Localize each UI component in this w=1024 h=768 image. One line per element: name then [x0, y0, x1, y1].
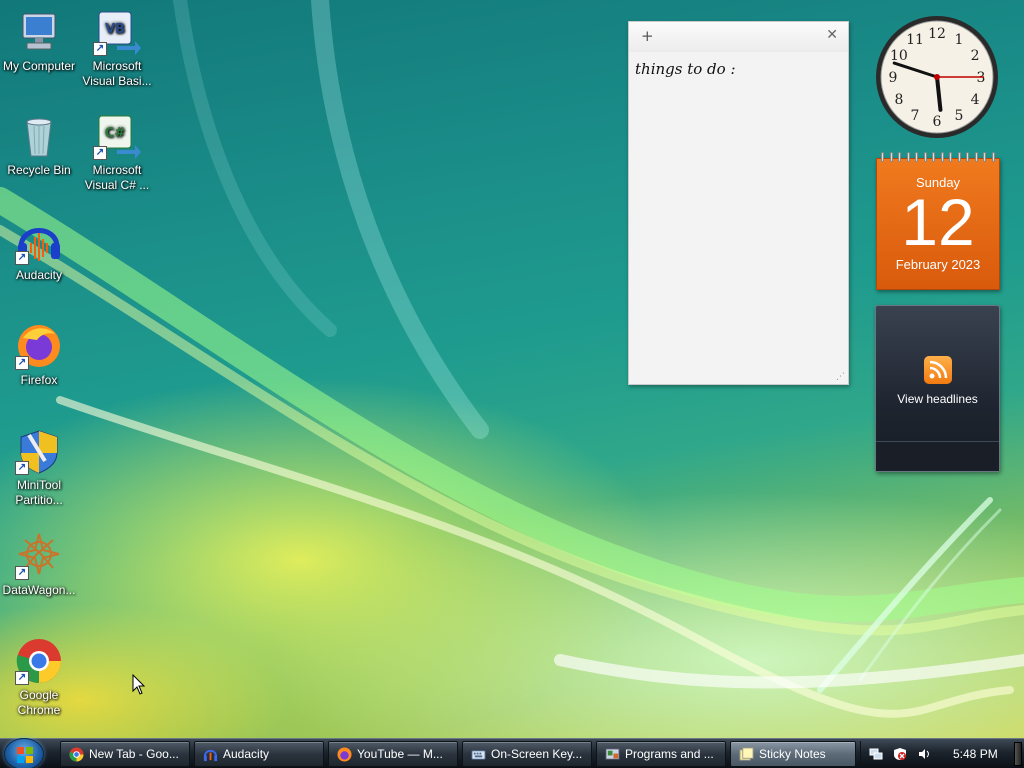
recycle-bin-icon [15, 112, 63, 160]
calendar-gadget[interactable]: Sunday 12 February 2023 [876, 152, 1000, 290]
start-button[interactable] [4, 738, 44, 768]
shortcut-arrow-icon: ↗ [15, 461, 29, 475]
icon-label: Audacity [15, 268, 63, 282]
sticky-note-window[interactable]: + ✕ things to do : ⋰ [628, 21, 849, 385]
tray-clock[interactable]: 5:48 PM [953, 741, 998, 767]
icon-label: Google Chrome [17, 688, 61, 717]
taskbar-button-audacity[interactable]: Audacity [194, 741, 324, 767]
feed-headlines-gadget[interactable]: View headlines [875, 305, 1000, 472]
shortcut-arrow-icon: ↗ [15, 566, 29, 580]
rss-icon [923, 356, 952, 384]
task-label: YouTube — M... [357, 747, 443, 761]
calendar-month-year: February 2023 [895, 257, 981, 272]
minitool-icon: ↗ [15, 427, 63, 475]
firefox-icon: ↗ [15, 322, 63, 370]
task-label: Audacity [223, 747, 270, 761]
feed-gadget-footer [876, 441, 999, 471]
shortcut-arrow-icon: ↗ [93, 146, 107, 160]
task-label: Programs and ... [625, 747, 714, 761]
clock-numeral: 2 [971, 48, 980, 64]
firefox-icon [337, 747, 352, 762]
svg-text:VB: VB [105, 22, 125, 37]
clock-numeral: 4 [971, 92, 980, 108]
clock-numeral: 9 [889, 70, 898, 86]
system-tray: 5:48 PM [860, 741, 1008, 767]
desktop-icon-visual-csharp[interactable]: C# ↗ Microsoft Visual C# ... [78, 112, 156, 193]
windows-logo-icon [17, 747, 33, 763]
shortcut-arrow-icon: ↗ [93, 42, 107, 56]
computer-icon [15, 8, 63, 56]
clock-numeral: 8 [894, 92, 903, 108]
audacity-icon: ↗ [15, 217, 63, 265]
icon-label: MiniTool Partitio... [15, 478, 63, 507]
calendar-rings [881, 152, 995, 162]
calendar-day-number: 12 [901, 185, 975, 259]
clock-face: 1234567891011 12 [876, 16, 998, 138]
add-note-button[interactable]: + [641, 27, 654, 45]
volume-icon[interactable] [917, 747, 931, 761]
datawagon-icon: ↗ [15, 532, 63, 580]
clock-numeral: 10 [890, 48, 908, 64]
taskbar-button-youtube[interactable]: YouTube — M... [328, 741, 458, 767]
sticky-note-text[interactable]: things to do : [629, 52, 848, 86]
clock-numeral: 11 [906, 32, 924, 48]
chrome-icon: ↗ [15, 637, 63, 685]
icon-label: Microsoft Visual Basi... [82, 59, 152, 88]
task-label: New Tab - Goo... [89, 747, 179, 761]
icon-label: Recycle Bin [7, 163, 71, 177]
close-note-button[interactable]: ✕ [826, 27, 838, 43]
control-panel-icon [605, 748, 620, 760]
clock-numeral: 3 [977, 70, 986, 86]
clock-numeral: 1 [955, 32, 964, 48]
view-headlines-link[interactable]: View headlines [876, 392, 999, 406]
desktop-icon-firefox[interactable]: ↗ Firefox [0, 322, 78, 388]
resize-grip-icon[interactable]: ⋰ [836, 372, 845, 382]
audacity-icon [203, 749, 218, 762]
desktop-icon-my-computer[interactable]: My Computer [0, 8, 78, 74]
chrome-icon [69, 747, 84, 762]
svg-text:C#: C# [105, 126, 126, 141]
taskbar: New Tab - Goo... Audacity YouTube — M...… [0, 738, 1024, 768]
icon-label: My Computer [2, 59, 76, 73]
shortcut-arrow-icon: ↗ [15, 356, 29, 370]
show-desktop-button[interactable] [1014, 742, 1022, 766]
desktop-icon-minitool[interactable]: ↗ MiniTool Partitio... [0, 427, 78, 508]
sticky-note-title-bar[interactable]: + ✕ [629, 22, 848, 52]
desktop-icon-recycle-bin[interactable]: Recycle Bin [0, 112, 78, 178]
desktop-icon-visual-basic[interactable]: VB ↗ Microsoft Visual Basi... [78, 8, 156, 89]
task-label: On-Screen Key... [491, 747, 583, 761]
visual-basic-icon: VB ↗ [93, 8, 141, 56]
sticky-notes-icon [739, 747, 754, 761]
keyboard-icon [471, 750, 486, 760]
network-icon[interactable] [869, 747, 883, 761]
clock-numeral: 5 [955, 108, 964, 124]
security-alert-icon[interactable] [893, 747, 907, 761]
wallpaper [0, 0, 1024, 718]
clock-numeral: 6 [933, 114, 942, 130]
shortcut-arrow-icon: ↗ [15, 251, 29, 265]
mouse-cursor-icon [132, 674, 146, 695]
taskbar-button-chrome[interactable]: New Tab - Goo... [60, 741, 190, 767]
clock-numeral: 7 [911, 108, 920, 124]
shortcut-arrow-icon: ↗ [15, 671, 29, 685]
clock-numeral: 12 [928, 26, 946, 42]
taskbar-button-programs-and-features[interactable]: Programs and ... [596, 741, 726, 767]
task-label: Sticky Notes [759, 747, 826, 761]
desktop-icon-audacity[interactable]: ↗ Audacity [0, 217, 78, 283]
desktop-icon-google-chrome[interactable]: ↗ Google Chrome [0, 637, 78, 718]
visual-csharp-icon: C# ↗ [93, 112, 141, 160]
desktop-icon-datawagon[interactable]: ↗ DataWagon... [0, 532, 78, 598]
taskbar-button-sticky-notes[interactable]: Sticky Notes [730, 741, 856, 767]
icon-label: Firefox [20, 373, 58, 387]
taskbar-button-on-screen-keyboard[interactable]: On-Screen Key... [462, 741, 592, 767]
clock-gadget[interactable]: 1 2 3 4 5 6 7 8 9 10 11 12 [874, 14, 1000, 140]
icon-label: Microsoft Visual C# ... [84, 163, 150, 192]
icon-label: DataWagon... [2, 583, 76, 597]
